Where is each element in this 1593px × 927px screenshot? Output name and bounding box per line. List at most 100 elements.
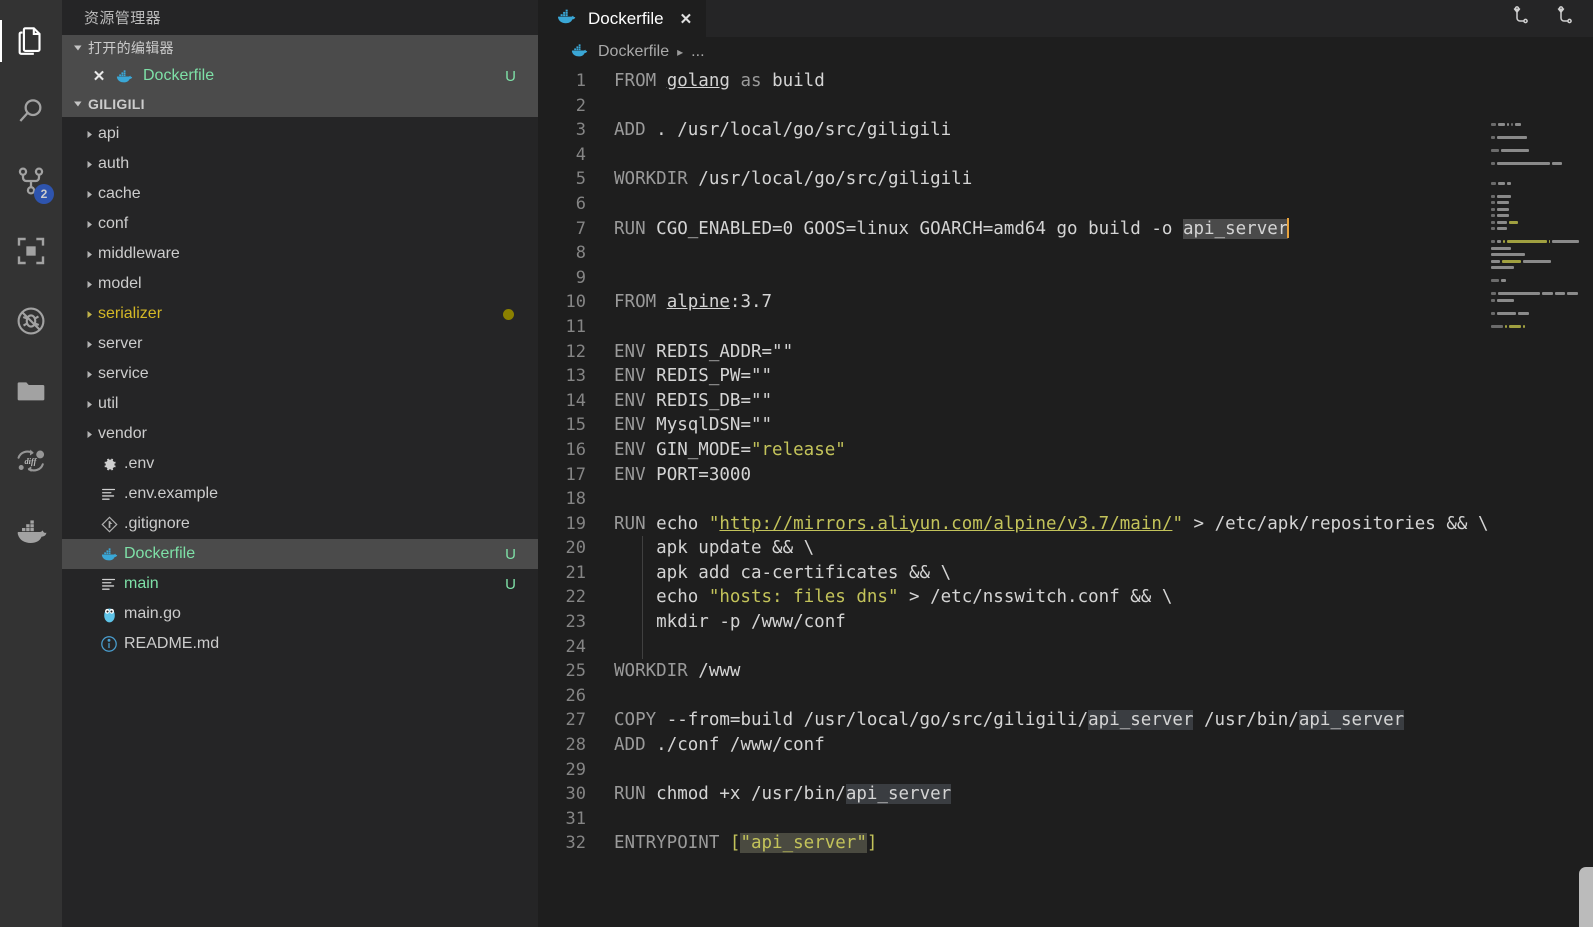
tree-folder-util[interactable]: util (62, 389, 538, 419)
code-line: 15 ENV MysqlDSN="" (538, 413, 1593, 438)
breadcrumb-file[interactable]: Dockerfile (598, 43, 669, 61)
tree-folder-model[interactable]: model (62, 269, 538, 299)
file-tree: api auth cache conf middleware model ser… (62, 117, 538, 927)
tree-file-main[interactable]: main U (62, 569, 538, 599)
code-token: RUN (614, 513, 657, 534)
code-line: 14 ENV REDIS_DB="" (538, 389, 1593, 414)
project-root-header[interactable]: GILIGILI (62, 91, 538, 117)
tree-file-label: .gitignore (124, 515, 190, 532)
text-cursor (1287, 217, 1290, 238)
open-editor-item-dockerfile[interactable]: ✕ Dockerfile U (62, 61, 538, 91)
open-editor-label: Dockerfile (143, 67, 215, 84)
tree-folder-serializer[interactable]: serializer (62, 299, 538, 329)
vscode-window: 2 diff 资源管理器 打开的编辑器 ✕ Dockerfile U GILIG… (0, 0, 1593, 927)
chevron-right-icon (80, 190, 98, 199)
code-token: . /usr/local/go/src/giligili (656, 120, 952, 141)
info-icon (98, 635, 120, 653)
line-number: 26 (565, 685, 586, 706)
open-editors-header[interactable]: 打开的编辑器 (62, 35, 538, 61)
code-token: ADD (614, 120, 657, 141)
tree-folder-conf[interactable]: conf (62, 209, 538, 239)
highlighted-match: api_server (1088, 710, 1194, 731)
tree-folder-middleware[interactable]: middleware (62, 239, 538, 269)
line-number: 17 (565, 464, 586, 485)
line-number: 7 (575, 218, 586, 239)
tab-dockerfile[interactable]: Dockerfile ✕ (538, 0, 707, 37)
tree-file-main-go[interactable]: main.go (62, 599, 538, 629)
code-line: 23 mkdir -p /www/conf (538, 610, 1593, 635)
code-token: chmod +x /usr/bin/ (656, 784, 846, 805)
activity-folder-button[interactable] (0, 356, 62, 426)
line-content: ENV REDIS_ADDR="" (614, 340, 1593, 365)
tree-file-readme[interactable]: README.md (62, 629, 538, 659)
line-number: 22 (565, 587, 586, 608)
line-number: 4 (575, 144, 586, 165)
tree-folder-server[interactable]: server (62, 329, 538, 359)
line-content: apk update && \ (614, 536, 1593, 561)
tree-folder-cache[interactable]: cache (62, 179, 538, 209)
activity-docker-button[interactable] (0, 496, 62, 566)
tree-folder-label: service (98, 365, 149, 382)
line-number: 2 (575, 95, 586, 116)
split-editor-down-icon[interactable] (1553, 4, 1577, 33)
code-token: "hosts: files dns" (708, 587, 899, 608)
activity-search-button[interactable] (0, 76, 62, 146)
code-token: FROM (614, 71, 667, 91)
split-editor-right-icon[interactable] (1509, 4, 1533, 33)
code-lines: 1 FROM golang as build 2 3 ADD . /usr/local/… (538, 67, 1593, 856)
line-number: 24 (565, 636, 586, 657)
line-number: 18 (565, 489, 586, 510)
tree-folder-vendor[interactable]: vendor (62, 419, 538, 449)
code-token: ADD (614, 735, 657, 756)
activity-source-control-button[interactable]: 2 (0, 146, 62, 216)
activity-debug-button[interactable] (0, 286, 62, 356)
tree-file-label: .env.example (124, 485, 218, 502)
close-icon[interactable]: ✕ (680, 10, 693, 28)
search-icon (15, 95, 47, 127)
tree-file-gitignore[interactable]: .gitignore (62, 509, 538, 539)
activity-diff-button[interactable]: diff (0, 426, 62, 496)
line-content: RUN CGO_ENABLED=0 GOOS=linux GOARCH=amd6… (614, 217, 1593, 242)
activity-explorer-button[interactable] (0, 6, 62, 76)
line-content: ENV MysqlDSN="" (614, 413, 1593, 438)
code-editor[interactable]: 1 FROM golang as build 2 3 ADD . /usr/local/… (538, 67, 1593, 927)
tree-file-env-example[interactable]: .env.example (62, 479, 538, 509)
git-status-flag: U (505, 67, 516, 85)
lines-icon (98, 576, 120, 592)
tree-folder-auth[interactable]: auth (62, 149, 538, 179)
line-number: 9 (575, 267, 586, 288)
line-content: FROM alpine:3.7 (614, 290, 1593, 315)
open-editors-section: 打开的编辑器 ✕ Dockerfile U (62, 35, 538, 91)
code-token: ./conf /www/conf (656, 735, 825, 756)
editor-toolbar (1509, 0, 1593, 37)
tab-label: Dockerfile (588, 8, 664, 28)
editor-scrollbar-thumb[interactable] (1579, 867, 1593, 927)
line-content: ENV GIN_MODE="release" (614, 438, 1593, 463)
code-line: 22 echo "hosts: files dns" > /etc/nsswit… (538, 585, 1593, 610)
line-number: 31 (565, 808, 586, 829)
code-token: mkdir -p /www/conf (614, 612, 846, 633)
svg-text:diff: diff (24, 457, 37, 466)
chevron-right-icon (80, 430, 98, 439)
code-token: REDIS_ADDR="" (656, 341, 794, 362)
code-line: 17 ENV PORT=3000 (538, 463, 1593, 488)
close-icon[interactable]: ✕ (90, 67, 108, 85)
code-token: build (761, 71, 825, 91)
tree-folder-service[interactable]: service (62, 359, 538, 389)
code-line: 26 (538, 684, 1593, 709)
tree-file-env[interactable]: .env (62, 449, 538, 479)
code-line: 9 (538, 266, 1593, 291)
activity-extensions-button[interactable] (0, 216, 62, 286)
code-token: echo (614, 587, 709, 608)
docker-whale-icon (13, 516, 49, 546)
tree-file-dockerfile[interactable]: Dockerfile U (62, 539, 538, 569)
code-token: > /etc/apk/repositories && \ (1182, 513, 1489, 534)
line-number: 13 (565, 366, 586, 387)
code-line: 11 (538, 315, 1593, 340)
breadcrumb-more[interactable]: ... (691, 43, 704, 61)
docker-whale-icon (113, 68, 135, 84)
tree-folder-api[interactable]: api (62, 119, 538, 149)
code-line: 21 apk add ca-certificates && \ (538, 561, 1593, 586)
editor-scrollbar-track[interactable] (1579, 104, 1593, 927)
